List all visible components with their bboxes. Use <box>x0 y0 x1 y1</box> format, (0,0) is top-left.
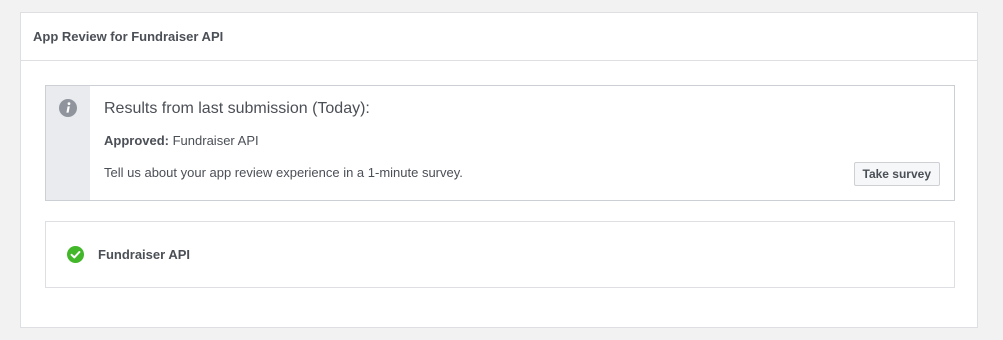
submission-results-notice: Results from last submission (Today): Ap… <box>45 85 955 201</box>
permission-name: Fundraiser API <box>98 247 190 262</box>
approved-label: Approved: <box>104 133 169 148</box>
info-icon <box>59 99 77 117</box>
app-review-panel: App Review for Fundraiser API Results fr… <box>20 12 978 328</box>
panel-title: App Review for Fundraiser API <box>33 29 224 44</box>
notice-heading: Results from last submission (Today): <box>104 100 370 117</box>
notice-body: Results from last submission (Today): Ap… <box>90 86 954 200</box>
notice-gutter <box>46 86 90 200</box>
take-survey-button[interactable]: Take survey <box>853 162 940 186</box>
check-circle-icon <box>67 246 84 263</box>
approved-line: Approved: Fundraiser API <box>104 133 259 148</box>
approved-value: Fundraiser API <box>169 133 259 148</box>
survey-prompt: Tell us about your app review experience… <box>104 165 463 180</box>
permission-item: Fundraiser API <box>45 221 955 288</box>
panel-header: App Review for Fundraiser API <box>21 13 977 61</box>
